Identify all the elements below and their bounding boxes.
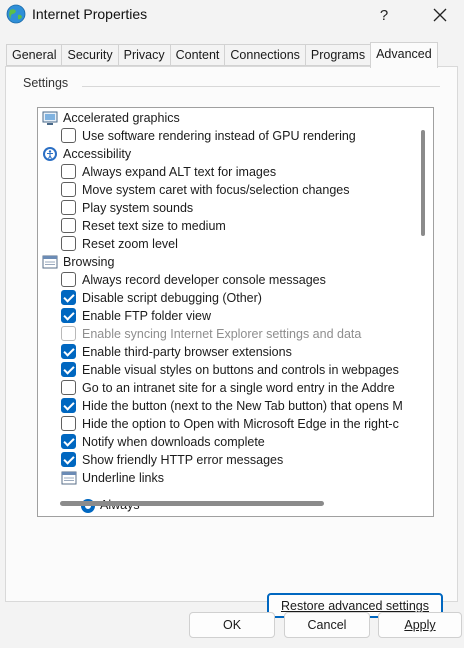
checkbox-unchecked[interactable] [61, 416, 76, 431]
checkbox-unchecked[interactable] [61, 200, 76, 215]
tab-connections[interactable]: Connections [224, 44, 305, 66]
settings-item-label: Enable FTP folder view [82, 309, 211, 323]
settings-option-row[interactable]: Use software rendering instead of GPU re… [38, 127, 428, 145]
checkbox-unchecked [61, 326, 76, 341]
tab-security[interactable]: Security [61, 44, 118, 66]
tab-programs[interactable]: Programs [304, 44, 371, 66]
tab-advanced[interactable]: Advanced [370, 42, 438, 68]
window-title: Internet Properties [32, 6, 148, 22]
settings-item-label: Play system sounds [82, 201, 194, 215]
advanced-tab-panel: Settings Accelerated graphics Use softwar… [5, 66, 458, 618]
help-button[interactable]: ? [364, 0, 404, 30]
title-bar: Internet Properties ? [0, 0, 464, 32]
settings-item-label: Hide the button (next to the New Tab but… [82, 399, 403, 413]
settings-item-label: Reset text size to medium [82, 219, 226, 233]
settings-item-label: Browsing [63, 255, 115, 269]
settings-option-row[interactable]: Enable visual styles on buttons and cont… [38, 361, 428, 379]
checkbox-unchecked[interactable] [61, 164, 76, 179]
checkbox-checked[interactable] [61, 290, 76, 305]
settings-item-label: Accelerated graphics [63, 111, 180, 125]
settings-item-label: Go to an intranet site for a single word… [82, 381, 395, 395]
accessibility-icon [42, 146, 58, 162]
settings-category-row[interactable]: Underline links [38, 469, 428, 487]
tab-strip: General Security Privacy Content Connect… [6, 42, 438, 68]
settings-item-label: Always expand ALT text for images [82, 165, 277, 179]
internet-globe-icon [6, 4, 26, 24]
settings-option-row[interactable]: Show friendly HTTP error messages [38, 451, 428, 469]
settings-item-label: Enable third-party browser extensions [82, 345, 292, 359]
settings-item-label: Always record developer console messages [82, 273, 326, 287]
settings-item-label: Show friendly HTTP error messages [82, 453, 284, 467]
checkbox-unchecked[interactable] [61, 182, 76, 197]
checkbox-checked[interactable] [61, 398, 76, 413]
tab-general[interactable]: General [6, 44, 62, 66]
checkbox-unchecked[interactable] [61, 236, 76, 251]
page-icon [61, 470, 77, 486]
checkbox-unchecked[interactable] [61, 128, 76, 143]
settings-option-row[interactable]: Play system sounds [38, 199, 428, 217]
page-icon [42, 254, 58, 270]
settings-item-label: Notify when downloads complete [82, 435, 265, 449]
checkbox-checked[interactable] [61, 434, 76, 449]
settings-option-row[interactable]: Reset text size to medium [38, 217, 428, 235]
settings-option-row[interactable]: Always record developer console messages [38, 271, 428, 289]
checkbox-unchecked[interactable] [61, 272, 76, 287]
settings-option-row[interactable]: Notify when downloads complete [38, 433, 428, 451]
checkbox-checked[interactable] [61, 308, 76, 323]
settings-item-label: Disable script debugging (Other) [82, 291, 262, 305]
settings-option-row[interactable]: Enable FTP folder view [38, 307, 428, 325]
close-button[interactable] [418, 0, 462, 30]
tab-content[interactable]: Content [169, 44, 225, 66]
close-icon [433, 8, 447, 22]
cancel-button[interactable]: Cancel [284, 612, 370, 638]
settings-option-row[interactable]: Enable syncing Internet Explorer setting… [38, 325, 428, 343]
settings-option-row[interactable]: Hide the option to Open with Microsoft E… [38, 415, 428, 433]
settings-option-row[interactable]: Move system caret with focus/selection c… [38, 181, 428, 199]
settings-item-label: Enable syncing Internet Explorer setting… [82, 327, 362, 341]
settings-option-row[interactable]: Hide the button (next to the New Tab but… [38, 397, 428, 415]
settings-option-row[interactable]: Always expand ALT text for images [38, 163, 428, 181]
settings-item-label: Underline links [82, 471, 164, 485]
checkbox-unchecked[interactable] [61, 380, 76, 395]
settings-category-row: Accelerated graphics [38, 109, 428, 127]
settings-item-label: Move system caret with focus/selection c… [82, 183, 350, 197]
settings-item-label: Accessibility [63, 147, 132, 161]
vertical-scrollbar-thumb[interactable] [421, 130, 425, 236]
settings-tree[interactable]: Accelerated graphics Use software renderi… [37, 107, 434, 517]
settings-item-label: Enable visual styles on buttons and cont… [82, 363, 399, 377]
settings-group-label: Settings [23, 76, 73, 90]
apply-button-label: Apply [404, 618, 436, 632]
checkbox-unchecked[interactable] [61, 218, 76, 233]
checkbox-checked[interactable] [61, 362, 76, 377]
monitor-icon [42, 110, 58, 126]
ok-button[interactable]: OK [189, 612, 275, 638]
settings-option-row[interactable]: Disable script debugging (Other) [38, 289, 428, 307]
settings-item-label: Use software rendering instead of GPU re… [82, 129, 356, 143]
tab-privacy[interactable]: Privacy [117, 44, 170, 66]
settings-option-row[interactable]: Enable third-party browser extensions [38, 343, 428, 361]
settings-category-row: Accessibility [38, 145, 428, 163]
settings-item-label: Reset zoom level [82, 237, 178, 251]
settings-option-row[interactable]: Reset zoom level [38, 235, 428, 253]
settings-option-row[interactable]: Go to an intranet site for a single word… [38, 379, 428, 397]
group-divider [82, 86, 440, 87]
settings-category-row: Browsing [38, 253, 428, 271]
settings-item-label: Hide the option to Open with Microsoft E… [82, 417, 399, 431]
horizontal-scrollbar-thumb[interactable] [60, 501, 324, 506]
restore-button-label: Restore advanced settings [280, 598, 429, 613]
checkbox-checked[interactable] [61, 344, 76, 359]
apply-button[interactable]: Apply [378, 612, 462, 638]
checkbox-checked[interactable] [61, 452, 76, 467]
